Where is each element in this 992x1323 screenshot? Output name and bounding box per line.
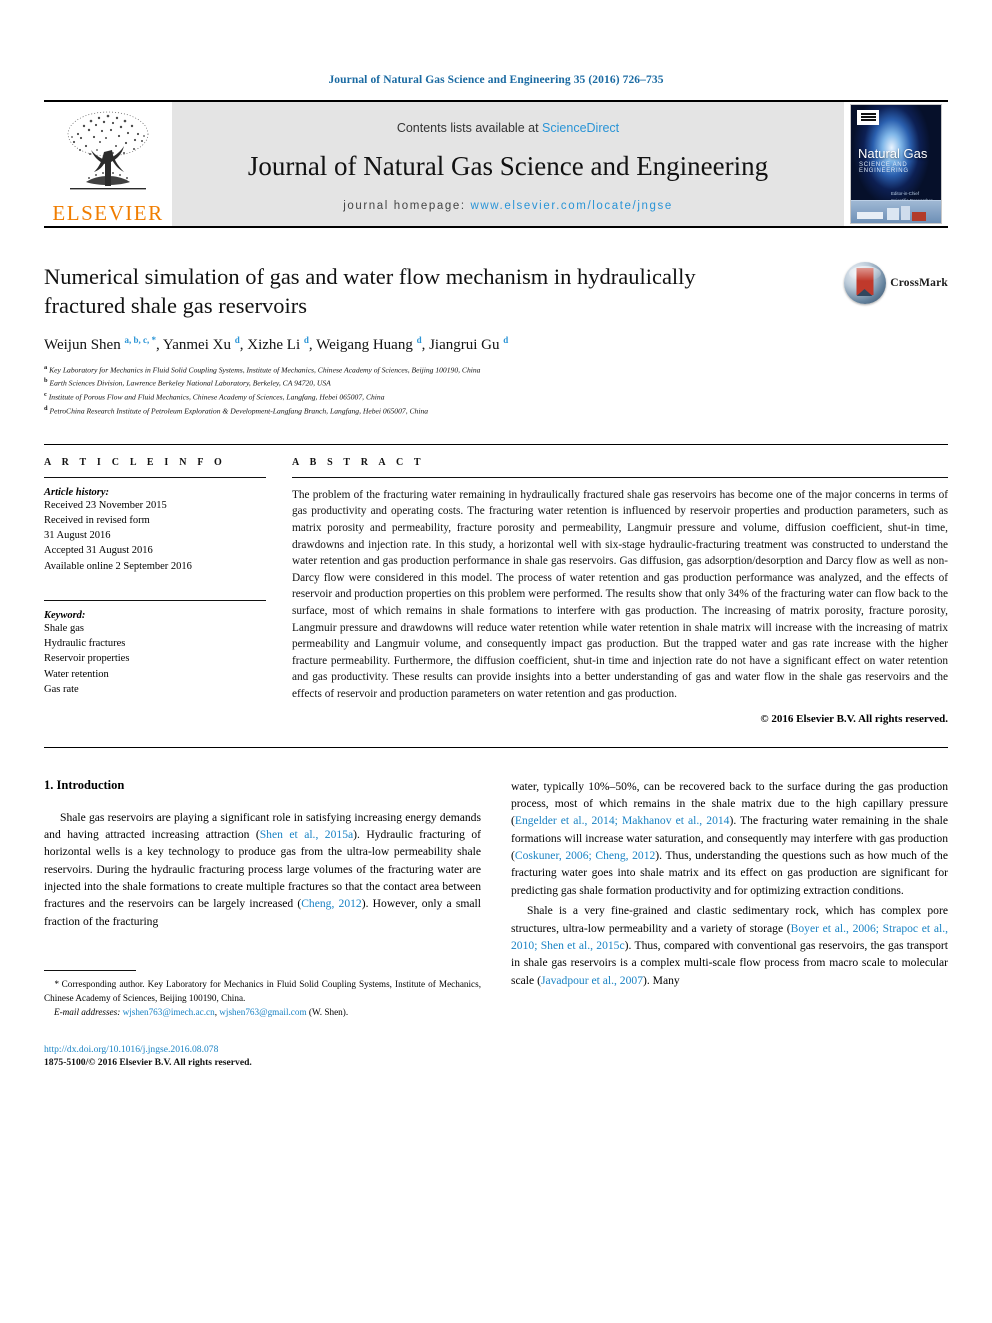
article-info-rule [44,476,266,478]
affiliation-text: Institute of Porous Flow and Fluid Mecha… [48,392,385,402]
body-left-column: 1. Introduction Shale gas reservoirs are… [44,777,481,1068]
article-history-label: Article history: [44,486,110,498]
keyword-item: Water retention [44,668,109,680]
article-info-heading: A R T I C L E I N F O [44,456,226,468]
title-block: CrossMark Numerical simulation of gas an… [44,262,948,418]
page-title: Numerical simulation of gas and water fl… [44,264,696,319]
intro-paragraph: Shale is a very fine-grained and clastic… [511,904,948,987]
crossmark-logo-icon [844,262,887,304]
elsevier-wordmark: ELSEVIER [52,201,164,225]
intro-paragraph: water, typically 10%–50%, can be recover… [511,779,948,897]
cover-subtitle: SCIENCE AND ENGINEERING [859,162,909,174]
keyword-item: Reservoir properties [44,653,130,665]
keyword-item: Shale gas [44,622,84,634]
history-item: Accepted 31 August 2016 [44,545,153,557]
issn-copyright: 1875-5100/© 2016 Elsevier B.V. All right… [44,1057,252,1069]
section-heading-introduction: 1. Introduction [44,777,125,792]
journal-title: Journal of Natural Gas Science and Engin… [247,150,769,181]
affiliation-text: Key Laboratory for Mechanics in Fluid So… [49,365,481,375]
paper-page: Journal of Natural Gas Science and Engin… [0,0,992,1323]
cover-image: Natural Gas SCIENCE AND ENGINEERING Edit… [850,104,942,224]
info-abstract-row: A R T I C L E I N F O Article history: R… [44,445,948,725]
homepage-link[interactable]: www.elsevier.com/locate/jngse [470,200,672,212]
masthead-bottom-rule [44,226,948,228]
journal-homepage-line: journal homepage: www.elsevier.com/locat… [343,200,673,212]
abstract-heading: A B S T R A C T [292,456,425,468]
keyword-label: Keyword: [44,609,86,621]
history-item: 31 August 2016 [44,530,111,542]
contents-prefix: Contents lists available at [396,120,539,135]
cover-elsevier-mark [857,110,879,125]
keywords-rule [44,599,266,601]
affiliation-list: a Key Laboratory for Mechanics in Fluid … [44,363,948,418]
cover-title: Natural Gas [858,146,928,161]
article-info-column: A R T I C L E I N F O Article history: R… [44,457,266,725]
body-right-column: water, typically 10%–50%, can be recover… [511,778,948,1069]
crossmark-label: CrossMark [890,277,948,289]
journal-masthead: ELSEVIER Contents lists available at Sci… [44,100,948,226]
abstract-text: The problem of the fracturing water rema… [292,488,948,700]
footnote-rule [44,970,136,972]
abstract-copyright: © 2016 Elsevier B.V. All rights reserved… [760,712,948,725]
crossmark-badge[interactable]: CrossMark [844,262,948,304]
intro-paragraph: Shale gas reservoirs are playing a signi… [44,810,481,928]
affiliation-text: Earth Sciences Division, Lawrence Berkel… [49,378,331,388]
history-item: Available online 2 September 2016 [44,560,192,572]
affiliation-mark: c [44,391,47,399]
affiliation-mark: d [44,404,48,412]
history-item: Received 23 November 2015 [44,499,167,511]
main-body: 1. Introduction Shale gas reservoirs are… [44,777,948,1069]
history-item: Received in revised form [44,515,150,527]
abstract-bottom-rule [44,746,948,748]
abstract-column: A B S T R A C T The problem of the fract… [292,457,948,725]
affiliation-item: a Key Laboratory for Mechanics in Fluid … [44,363,948,377]
journal-banner: Contents lists available at ScienceDirec… [172,102,844,226]
affiliation-item: c Institute of Porous Flow and Fluid Mec… [44,390,948,404]
corresponding-author-note: * Corresponding author. Key Laboratory f… [44,979,481,1004]
affiliation-item: d PetroChina Research Institute of Petro… [44,404,948,418]
elsevier-logo: ELSEVIER [44,102,172,226]
affiliation-mark: b [44,377,48,385]
sciencedirect-link[interactable]: ScienceDirect [542,121,619,135]
author-list: Weijun Shen a, b, c, *, Yanmei Xu d, Xiz… [44,334,509,353]
running-head: Journal of Natural Gas Science and Engin… [328,74,664,86]
keywords-block: Keyword: Shale gas Hydraulic fractures R… [44,599,266,697]
email-addresses-note: E-mail addresses: wjshen763@imech.ac.cn,… [54,1007,349,1018]
journal-cover-thumbnail: Natural Gas SCIENCE AND ENGINEERING Edit… [844,102,948,226]
contents-available-line: Contents lists available at ScienceDirec… [397,121,619,135]
elsevier-tree-icon [67,111,149,190]
cover-bottom-strip [851,200,941,223]
affiliation-mark: a [44,363,48,371]
doi-link[interactable]: http://dx.doi.org/10.1016/j.jngse.2016.0… [44,1044,481,1055]
footer-block: http://dx.doi.org/10.1016/j.jngse.2016.0… [44,1044,481,1068]
keyword-item: Gas rate [44,683,79,695]
affiliation-text: PetroChina Research Institute of Petrole… [49,406,429,416]
affiliation-item: b Earth Sciences Division, Lawrence Berk… [44,376,948,390]
keyword-item: Hydraulic fractures [44,638,126,650]
homepage-label: journal homepage: [343,199,466,212]
abstract-rule [292,476,948,478]
